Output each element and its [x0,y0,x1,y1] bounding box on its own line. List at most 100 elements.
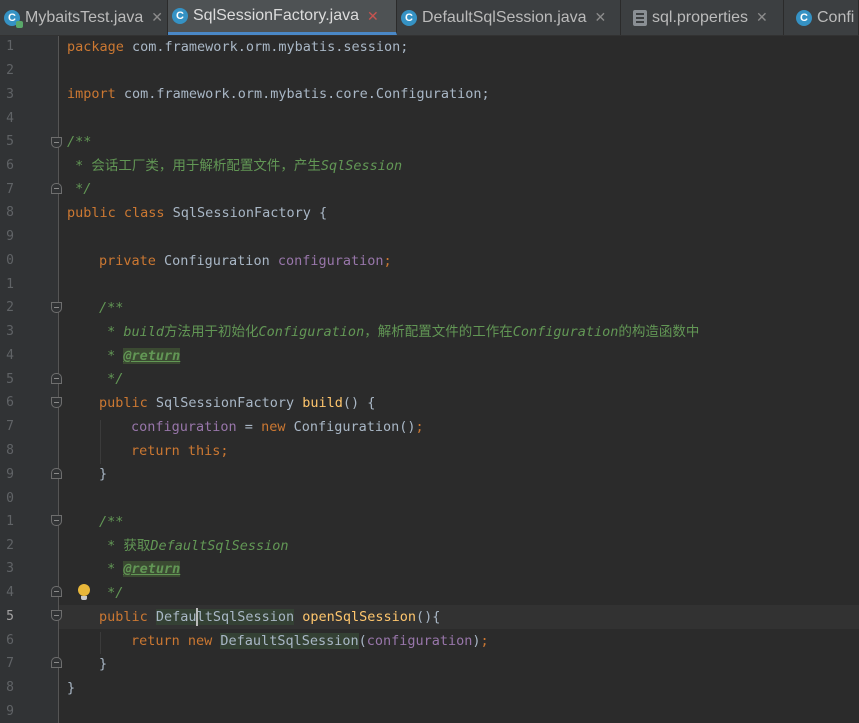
fold-marker-icon[interactable] [51,137,62,148]
return-type-part: Defau [155,609,197,625]
doc-comment-ref: Configuration [258,324,365,340]
line-number[interactable]: 5 [0,372,14,387]
keyword: import [67,86,116,102]
close-icon[interactable]: ✕ [367,8,379,25]
line-number[interactable]: 7 [0,419,14,434]
tab-sql-properties[interactable]: sql.properties ✕ [621,0,784,35]
keyword: public class [67,205,165,221]
code-line-22[interactable]: * 获取DefaultSqlSession [99,535,289,558]
tab-sqlsessionfactory[interactable]: C SqlSessionFactory.java ✕ [168,0,397,35]
line-number[interactable]: 1 [0,39,14,54]
semicolon: ; [480,633,489,649]
code-line-10[interactable]: private Configuration configuration; [99,250,392,273]
tab-mybaitstest[interactable]: C MybaitsTest.java ✕ [0,0,168,35]
line-number[interactable]: 2 [0,300,14,315]
line-number[interactable]: 6 [0,395,14,410]
fold-marker-icon[interactable] [51,183,62,194]
doc-comment-ref: DefaultSqlSession [150,538,289,554]
line-number[interactable]: 8 [0,680,14,695]
tab-label: SqlSessionFactory.java [193,7,359,24]
line-number[interactable]: 3 [0,324,14,339]
line-number[interactable]: 4 [0,348,14,363]
code-line-13[interactable]: * build方法用于初始化Configuration，解析配置文件的工作在Co… [99,321,699,344]
code-line-5[interactable]: /** [67,131,91,154]
code-line-26[interactable]: return new DefaultSqlSession(configurati… [131,630,489,653]
keyword: return new [131,633,213,649]
code-line-15[interactable]: */ [99,368,123,391]
tab-defaultsqlsession[interactable]: C DefaultSqlSession.java ✕ [397,0,621,35]
return-type-part: ltSqlSession [196,609,295,625]
keyword: public [99,609,148,625]
code-line-14[interactable]: * @return [99,345,181,368]
code-line-7[interactable]: */ [67,178,91,201]
line-number[interactable]: 9 [0,467,14,482]
line-number[interactable]: 9 [0,704,14,719]
line-number[interactable]: 0 [0,253,14,268]
code-line-3[interactable]: import com.framework.orm.mybatis.core.Co… [67,83,490,106]
line-number[interactable]: 9 [0,229,14,244]
doc-comment-text: * 会话工厂类，用于解析配置文件，产生 [67,158,321,174]
code-line-23[interactable]: * @return [99,558,181,581]
code-line-8[interactable]: public class SqlSessionFactory { [67,202,327,225]
fold-marker-icon[interactable] [51,657,62,668]
doc-comment-text: 方法用于初始化 [164,324,259,340]
fold-marker-icon[interactable] [51,302,62,313]
close-icon[interactable]: ✕ [756,9,768,26]
code-line-12[interactable]: /** [99,297,123,320]
javadoc-tag: @return [123,561,181,577]
line-number[interactable]: 8 [0,205,14,220]
fold-marker-icon[interactable] [51,610,62,621]
line-number[interactable]: 7 [0,182,14,197]
line-number[interactable]: 8 [0,443,14,458]
type-usage: DefaultSqlSession [220,633,359,649]
javadoc-tag: @return [123,348,181,364]
fold-marker-icon[interactable] [51,515,62,526]
line-number[interactable]: 0 [0,491,14,506]
semicolon: ; [220,443,229,459]
close-icon[interactable]: ✕ [595,9,607,26]
code-line-6[interactable]: * 会话工厂类，用于解析配置文件，产生SqlSession [67,155,402,178]
import-path: com.framework.orm.mybatis.core.Configura… [115,86,490,102]
line-number[interactable]: 5 [0,134,14,149]
tab-configuration[interactable]: C Confi [784,0,859,35]
line-number[interactable]: 3 [0,87,14,102]
line-number[interactable]: 2 [0,538,14,553]
code-line-25[interactable]: public DefaultSqlSession openSqlSession(… [99,606,440,629]
line-number[interactable]: 6 [0,158,14,173]
code-line-17[interactable]: configuration = new Configuration(); [131,416,424,439]
fold-marker-icon[interactable] [51,468,62,479]
close-icon[interactable]: ✕ [151,9,163,26]
line-number[interactable]: 7 [0,656,14,671]
line-number[interactable]: 2 [0,63,14,78]
method-name: openSqlSession [302,609,417,625]
code-line-1[interactable]: package com.framework.orm.mybatis.sessio… [67,36,408,59]
line-number[interactable]: 1 [0,277,14,292]
line-number[interactable]: 1 [0,514,14,529]
line-number[interactable]: 4 [0,585,14,600]
line-number[interactable]: 5 [0,609,14,624]
text-caret [195,608,198,626]
lightbulb-intention-icon[interactable] [77,584,91,602]
keyword: package [67,39,124,55]
code-line-24[interactable]: */ [99,582,123,605]
type-name: Configuration [155,253,278,269]
paren: ( [358,633,367,649]
code-line-28[interactable]: } [67,677,75,700]
keyword: public [99,395,148,411]
fold-marker-icon[interactable] [51,373,62,384]
java-class-icon: C [796,9,812,26]
line-number[interactable]: 6 [0,633,14,648]
line-number[interactable]: 4 [0,111,14,126]
code-line-21[interactable]: /** [99,511,123,534]
class-declaration: SqlSessionFactory { [164,205,328,221]
code-line-19[interactable]: } [99,463,107,486]
fold-marker-icon[interactable] [51,586,62,597]
code-line-16[interactable]: public SqlSessionFactory build() { [99,392,375,415]
tab-label: DefaultSqlSession.java [422,8,587,26]
line-number[interactable]: 3 [0,561,14,576]
doc-comment-text: * [99,348,124,364]
code-line-18[interactable]: return this; [131,440,229,463]
code-line-27[interactable]: } [99,653,107,676]
fold-marker-icon[interactable] [51,397,62,408]
